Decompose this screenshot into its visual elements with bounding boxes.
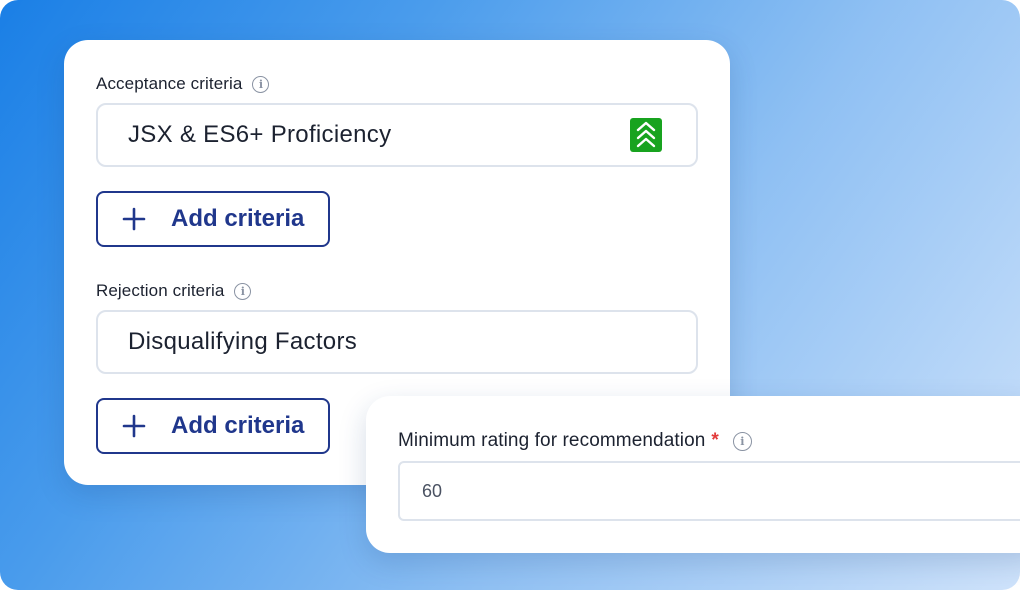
required-marker: *	[711, 430, 719, 451]
rejection-criteria-field[interactable]: Disqualifying Factors	[96, 310, 698, 374]
plus-icon	[122, 207, 146, 231]
add-criteria-label: Add criteria	[171, 412, 305, 439]
rejection-criteria-label-text: Rejection criteria	[96, 281, 225, 300]
info-icon[interactable]: i	[234, 282, 252, 300]
acceptance-criteria-label: Acceptance criteria i	[96, 74, 270, 94]
plus-icon	[122, 414, 146, 438]
rating-card: Minimum rating for recommendation * i 60	[366, 396, 1020, 553]
rejection-criteria-label: Rejection criteria i	[96, 281, 252, 301]
info-icon[interactable]: i	[732, 431, 752, 451]
acceptance-criteria-label-text: Acceptance criteria	[96, 74, 243, 93]
minimum-rating-value: 60	[422, 480, 443, 501]
info-icon[interactable]: i	[252, 75, 270, 93]
minimum-rating-label-text: Minimum rating for recommendation	[398, 430, 706, 451]
minimum-rating-label: Minimum rating for recommendation * i	[398, 430, 752, 452]
double-chevron-up-icon[interactable]	[630, 118, 662, 152]
add-rejection-criteria-button[interactable]: Add criteria	[96, 398, 330, 454]
acceptance-criteria-value: JSX & ES6+ Proficiency	[128, 121, 392, 148]
acceptance-criteria-field[interactable]: JSX & ES6+ Proficiency	[96, 103, 698, 167]
minimum-rating-input[interactable]: 60	[398, 461, 1020, 521]
rejection-criteria-value: Disqualifying Factors	[128, 328, 358, 355]
add-criteria-label: Add criteria	[171, 205, 305, 232]
add-acceptance-criteria-button[interactable]: Add criteria	[96, 191, 330, 247]
